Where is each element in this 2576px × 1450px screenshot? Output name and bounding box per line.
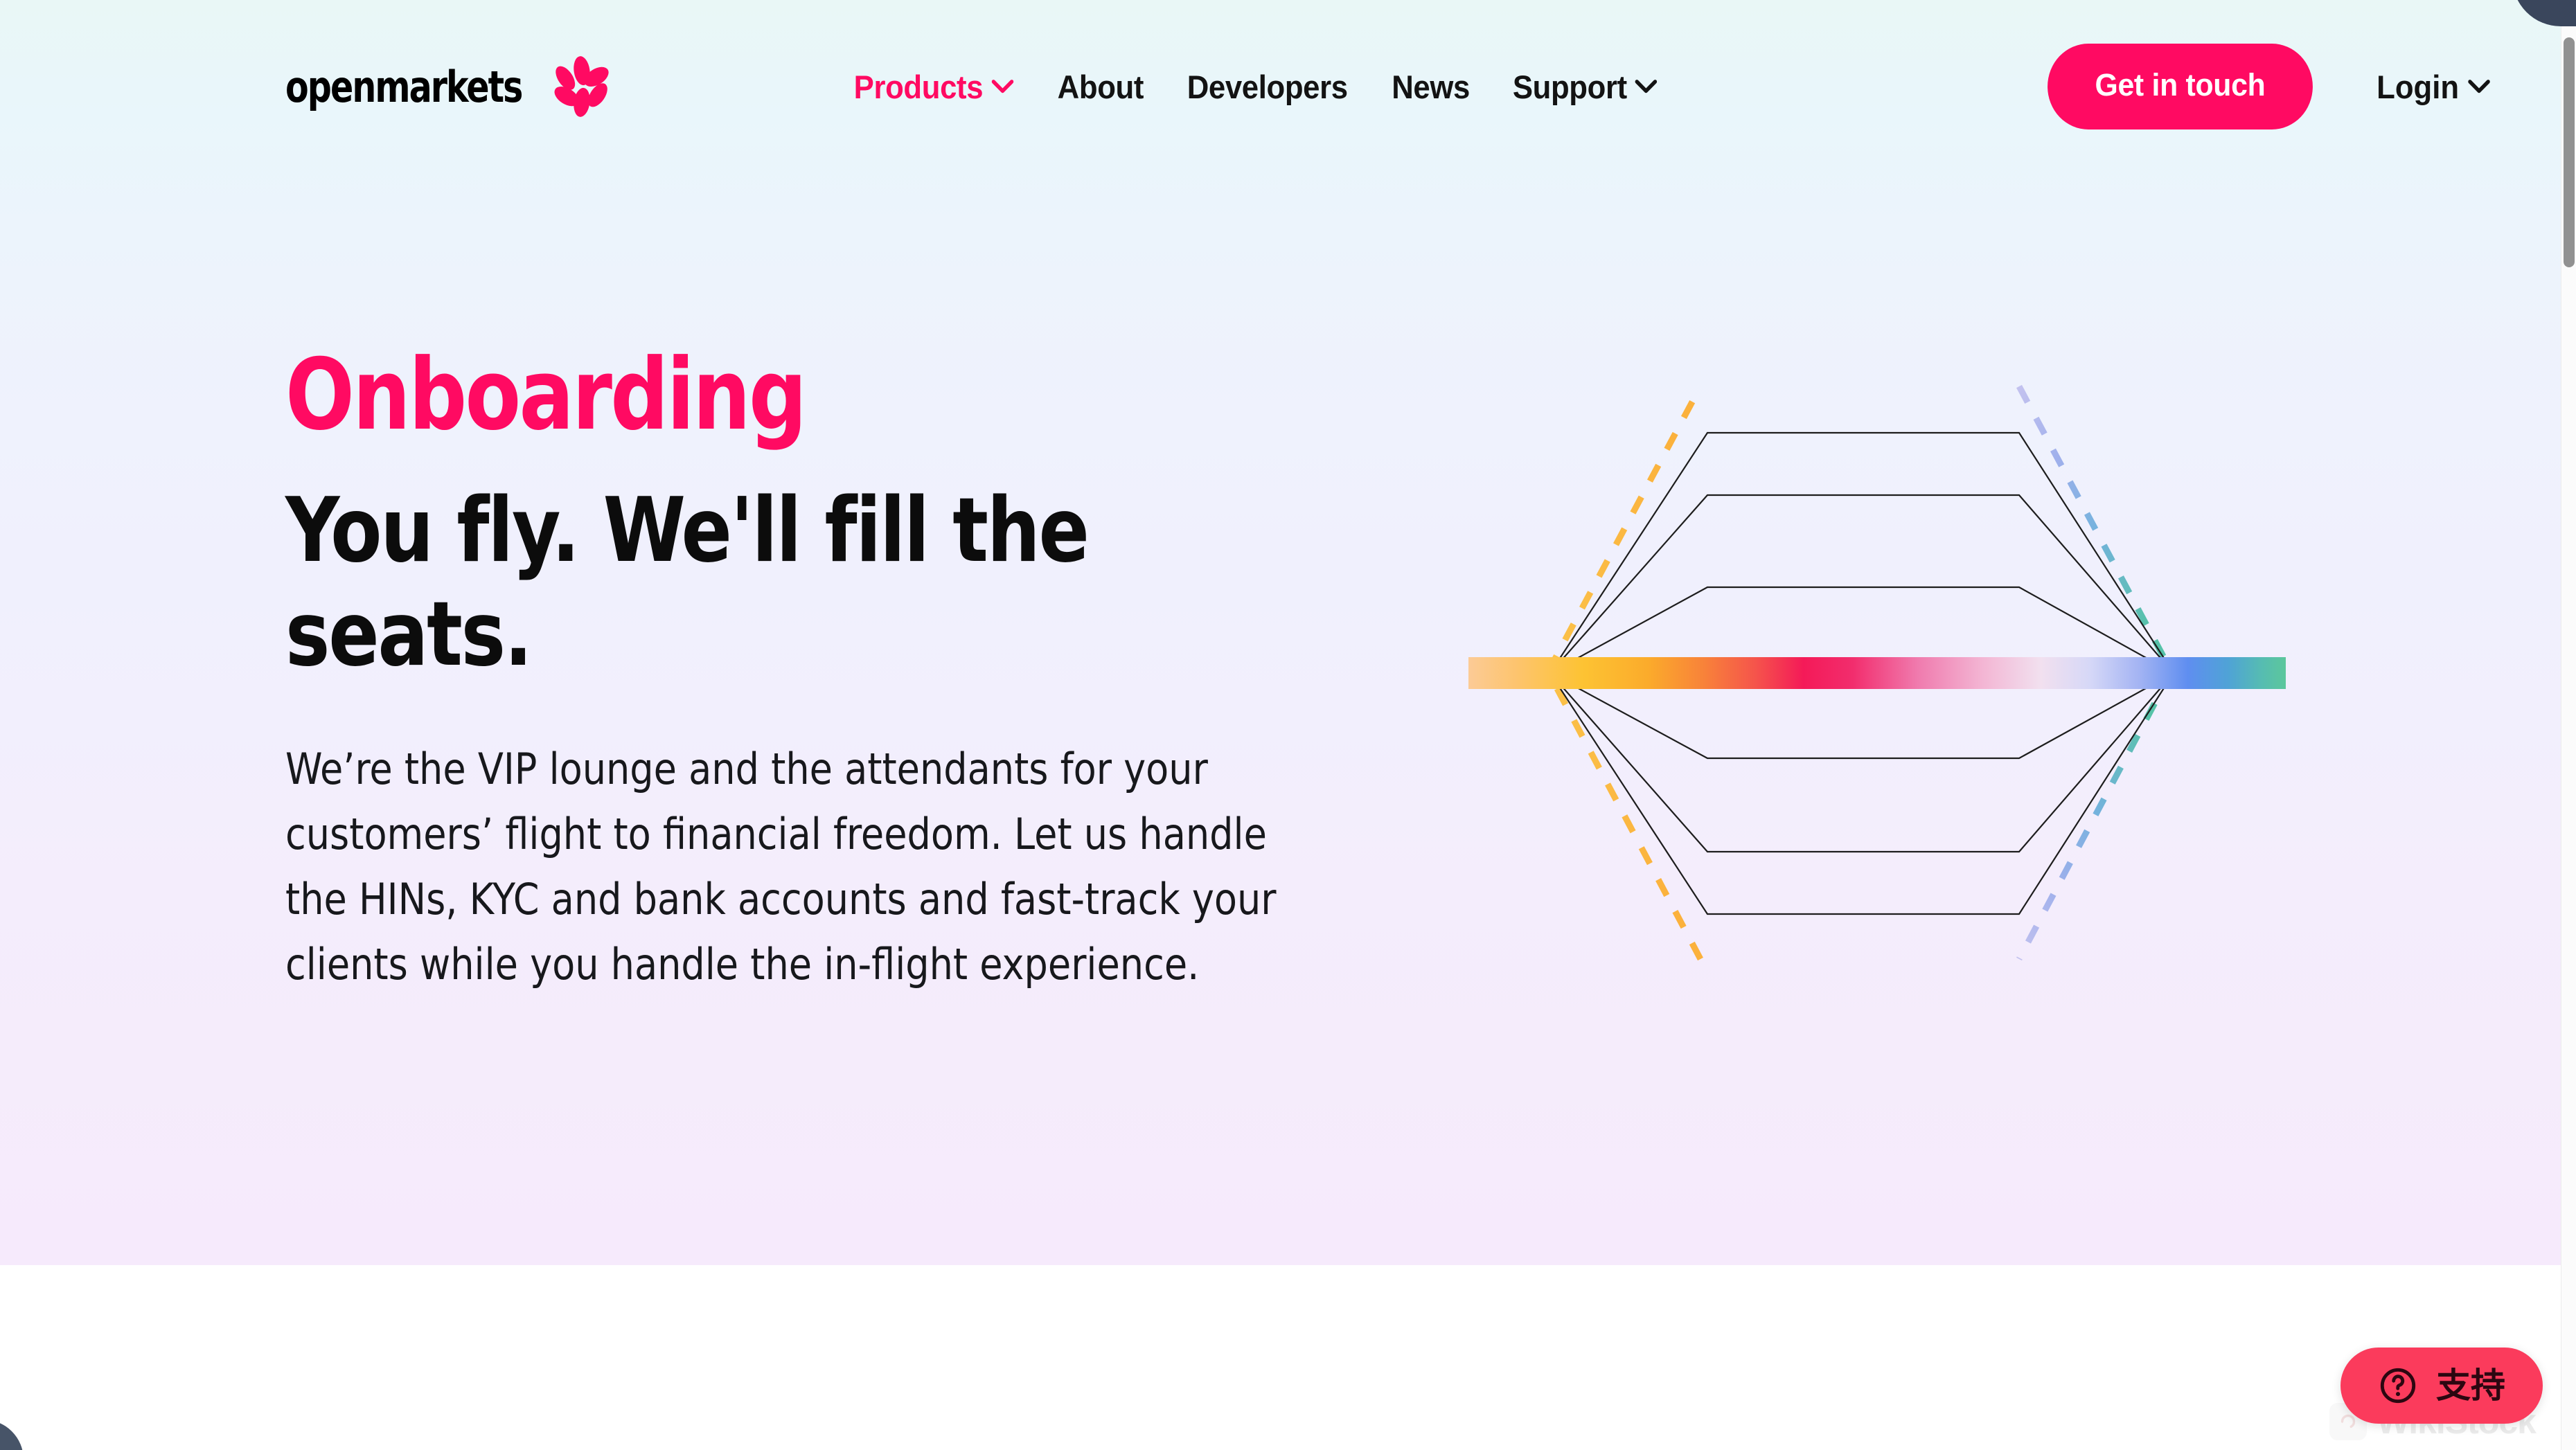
nav-label-news: News <box>1391 68 1470 105</box>
hexagon-spectrum-illustration <box>1468 374 2286 983</box>
nav-label-developers: Developers <box>1187 68 1348 105</box>
nav-label-support: Support <box>1512 68 1627 105</box>
login-label: Login <box>2377 68 2460 105</box>
support-widget-label: 支持 <box>2436 1366 2505 1405</box>
primary-nav: Products About Developers News Support <box>848 68 1662 106</box>
nav-item-support[interactable]: Support <box>1513 68 1658 106</box>
nav-item-news[interactable]: News <box>1392 68 1470 106</box>
page-title: You fly. We'll fill the seats. <box>285 479 1090 686</box>
chevron-down-icon <box>1635 80 1658 93</box>
nav-label-about: About <box>1057 68 1144 105</box>
chevron-down-icon <box>991 80 1013 93</box>
login-menu[interactable]: Login <box>2377 68 2490 106</box>
nav-item-developers[interactable]: Developers <box>1187 68 1348 106</box>
corner-accent-bottom-left <box>0 1420 24 1450</box>
hero-section: openmarkets Products About Developers Ne… <box>0 0 2561 1265</box>
site-navbar: openmarkets Products About Developers Ne… <box>0 0 2561 173</box>
hero-eyebrow: Onboarding <box>285 338 807 452</box>
page-root: openmarkets Products About Developers Ne… <box>0 0 2576 1450</box>
chevron-down-icon <box>2468 80 2490 93</box>
logo-wordmark: openmarkets <box>285 61 523 112</box>
brand-logo[interactable]: openmarkets <box>285 56 612 117</box>
hero-body-text: We’re the VIP lounge and the attendants … <box>285 743 1277 990</box>
hero-content: Onboarding You fly. We'll fill the seats… <box>285 346 1394 997</box>
flower-pinwheel-icon <box>554 56 609 117</box>
nav-item-about[interactable]: About <box>1057 68 1144 106</box>
nav-label-products: Products <box>853 68 984 105</box>
question-circle-icon <box>2380 1368 2416 1404</box>
scrollbar-thumb[interactable] <box>2564 37 2575 267</box>
get-in-touch-button[interactable]: Get in touch <box>2048 44 2313 129</box>
scroll-up-arrow-icon[interactable] <box>2562 15 2575 23</box>
vertical-scrollbar[interactable] <box>2561 0 2576 1450</box>
nav-item-products[interactable]: Products <box>854 68 1013 106</box>
support-widget-button[interactable]: 支持 <box>2340 1348 2543 1424</box>
navbar-actions: Get in touch Login <box>2041 44 2494 129</box>
